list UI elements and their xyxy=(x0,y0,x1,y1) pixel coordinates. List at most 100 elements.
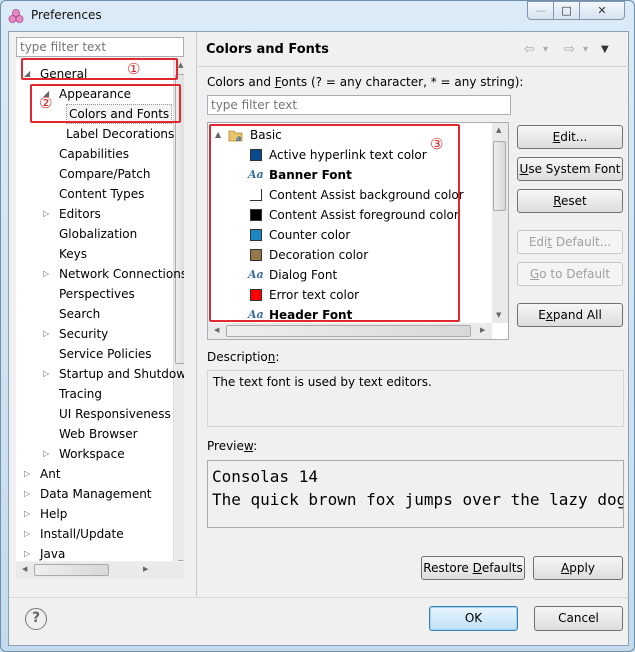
preview-box: Consolas 14 The quick brown fox jumps ov… xyxy=(207,460,624,528)
collapsed-icon[interactable]: ▷ xyxy=(24,490,32,498)
filter-label-text-rest: onts (? = any character, * = any string)… xyxy=(281,75,524,89)
go-to-default-button[interactable]: Go to Default xyxy=(517,262,623,286)
maximize-button[interactable]: □ xyxy=(553,1,580,20)
tree-item-label: Web Browser xyxy=(59,427,138,441)
tree-item-label: Tracing xyxy=(59,387,103,401)
collapsed-icon[interactable]: ▷ xyxy=(24,550,32,558)
tree-hscroll-thumb[interactable] xyxy=(34,564,109,576)
edit-button-label-part: dit... xyxy=(560,130,588,144)
annotation-label-2: ② xyxy=(39,94,53,112)
cancel-button[interactable]: Cancel xyxy=(534,606,623,631)
list-scroll-right-icon[interactable]: ▶ xyxy=(480,326,485,334)
annotation-label-1: ① xyxy=(127,60,141,78)
expand-all-button-label-part: x xyxy=(545,308,553,322)
restore-defaults-button[interactable]: Restore Defaults xyxy=(421,556,525,580)
tree-item-label: Service Policies xyxy=(59,347,152,361)
tree-item-label: UI Responsiveness xyxy=(59,407,171,421)
close-icon: ✕ xyxy=(597,4,607,17)
colors-fonts-tree: ▲ a Basic Active hyperlink text color Aa B… xyxy=(207,122,509,340)
collapsed-icon[interactable]: ▷ xyxy=(24,530,32,538)
annotation-box-1 xyxy=(21,58,178,80)
tree-vertical-scrollbar[interactable]: ▲ ▼ xyxy=(173,59,184,561)
minimize-icon: — xyxy=(535,4,546,17)
edit-button[interactable]: Edit... xyxy=(517,125,623,149)
collapsed-icon[interactable]: ▷ xyxy=(43,450,51,458)
go-to-default-button-label-part: G xyxy=(529,267,540,281)
list-scroll-left-icon[interactable]: ◀ xyxy=(214,326,219,334)
maximize-icon: □ xyxy=(561,4,572,17)
preferences-window: Preferences — □ ✕ ▲ ▼ ◢General◢Appearanc… xyxy=(0,0,635,652)
minimize-button[interactable]: — xyxy=(527,1,554,20)
scroll-down-icon[interactable]: ▼ xyxy=(178,559,183,561)
expand-all-button[interactable]: Expand All xyxy=(517,303,623,327)
description-text: The text font is used by text editors. xyxy=(213,375,432,389)
tree-item-label: Network Connections xyxy=(59,267,184,281)
colors-and-fonts-page: Colors and Fonts ⇦ ▾ ⇨ ▾ ▼ Colors and Fo… xyxy=(198,32,629,596)
annotation-box-2 xyxy=(30,84,181,123)
scroll-up-icon[interactable]: ▲ xyxy=(178,61,183,69)
preference-tree: ▲ ▼ ◢General◢AppearanceColors and FontsL… xyxy=(16,59,184,561)
back-icon[interactable]: ⇦ xyxy=(524,42,535,57)
collapsed-icon[interactable]: ▷ xyxy=(24,510,32,518)
description-label: Description: xyxy=(207,350,279,364)
colors-filter-input[interactable] xyxy=(207,95,511,115)
preview-label-mnemonic: w xyxy=(243,439,254,453)
collapsed-icon[interactable]: ▷ xyxy=(24,470,32,478)
forward-menu-icon[interactable]: ▾ xyxy=(583,44,588,55)
preview-font-name: Consolas 14 xyxy=(212,467,318,486)
list-scroll-down-icon[interactable]: ▼ xyxy=(496,311,501,319)
scroll-left-icon[interactable]: ◀ xyxy=(22,565,27,573)
collapsed-icon[interactable]: ▷ xyxy=(43,270,51,278)
annotation-label-3: ③ xyxy=(430,135,444,153)
scroll-right-icon[interactable]: ▶ xyxy=(143,565,148,573)
list-horizontal-scrollbar[interactable]: ◀ ▶ xyxy=(208,323,492,339)
description-label-colon: : xyxy=(275,350,280,364)
list-scroll-up-icon[interactable]: ▲ xyxy=(496,126,501,134)
description-box: The text font is used by text editors. xyxy=(207,370,624,427)
reset-button-label-part: R xyxy=(553,194,562,208)
reset-button[interactable]: Reset xyxy=(517,189,623,213)
preview-label-colon: : xyxy=(253,439,258,453)
dialog-client: ▲ ▼ ◢General◢AppearanceColors and FontsL… xyxy=(8,31,629,646)
collapsed-icon[interactable]: ▷ xyxy=(43,330,51,338)
restore-defaults-label-rest: efaults xyxy=(481,561,523,575)
nav-filter-input[interactable] xyxy=(16,37,184,57)
view-menu-icon[interactable]: ▼ xyxy=(601,44,609,55)
list-hscroll-thumb[interactable] xyxy=(226,325,471,337)
tree-horizontal-scrollbar[interactable]: ◀ ▶ xyxy=(16,562,184,579)
tree-item-label: Help xyxy=(40,507,68,521)
edit-default-button-label-part: Edi xyxy=(528,235,548,249)
description-label-text: Descriptio xyxy=(207,350,268,364)
edit-default-button[interactable]: Edit Default... xyxy=(517,230,623,254)
expand-all-button-label-part: pand All xyxy=(552,308,602,322)
tree-item-label: Label Decorations xyxy=(66,127,175,141)
tree-item-label: Search xyxy=(59,307,101,321)
close-button[interactable]: ✕ xyxy=(579,1,625,20)
collapsed-icon[interactable]: ▷ xyxy=(43,210,51,218)
tree-item-label: Startup and Shutdown xyxy=(59,367,184,381)
tree-item-label: Ant xyxy=(40,467,61,481)
use-system-font-button-label-part: se System Font xyxy=(528,162,621,176)
use-system-font-button[interactable]: Use System Font xyxy=(517,157,623,181)
window-title: Preferences xyxy=(31,8,102,22)
edit-default-button-label-part: Default... xyxy=(552,235,612,249)
tree-item-label: Security xyxy=(59,327,109,341)
tree-item-label: Install/Update xyxy=(40,527,124,541)
apply-button[interactable]: Apply xyxy=(533,556,623,580)
forward-icon[interactable]: ⇨ xyxy=(564,42,575,57)
ok-button[interactable]: OK xyxy=(429,606,518,631)
preview-sample-text: The quick brown fox jumps over the lazy … xyxy=(212,490,624,509)
restore-defaults-label: Restore xyxy=(423,561,473,575)
preview-label: Preview: xyxy=(207,439,257,453)
page-title: Colors and Fonts xyxy=(206,42,329,57)
preference-nav-pane: ▲ ▼ ◢General◢AppearanceColors and FontsL… xyxy=(9,32,197,596)
tree-item-label: Globalization xyxy=(59,227,138,241)
title-bar: Preferences — □ ✕ xyxy=(1,1,634,31)
collapsed-icon[interactable]: ▷ xyxy=(43,370,51,378)
annotation-box-3 xyxy=(209,124,460,322)
help-icon[interactable]: ? xyxy=(25,608,47,630)
list-vertical-scrollbar[interactable]: ▲ ▼ xyxy=(492,123,508,323)
back-menu-icon[interactable]: ▾ xyxy=(543,44,548,55)
list-vscroll-thumb[interactable] xyxy=(493,141,506,211)
page-header: Colors and Fonts ⇦ ▾ ⇨ ▾ ▼ xyxy=(198,32,629,67)
